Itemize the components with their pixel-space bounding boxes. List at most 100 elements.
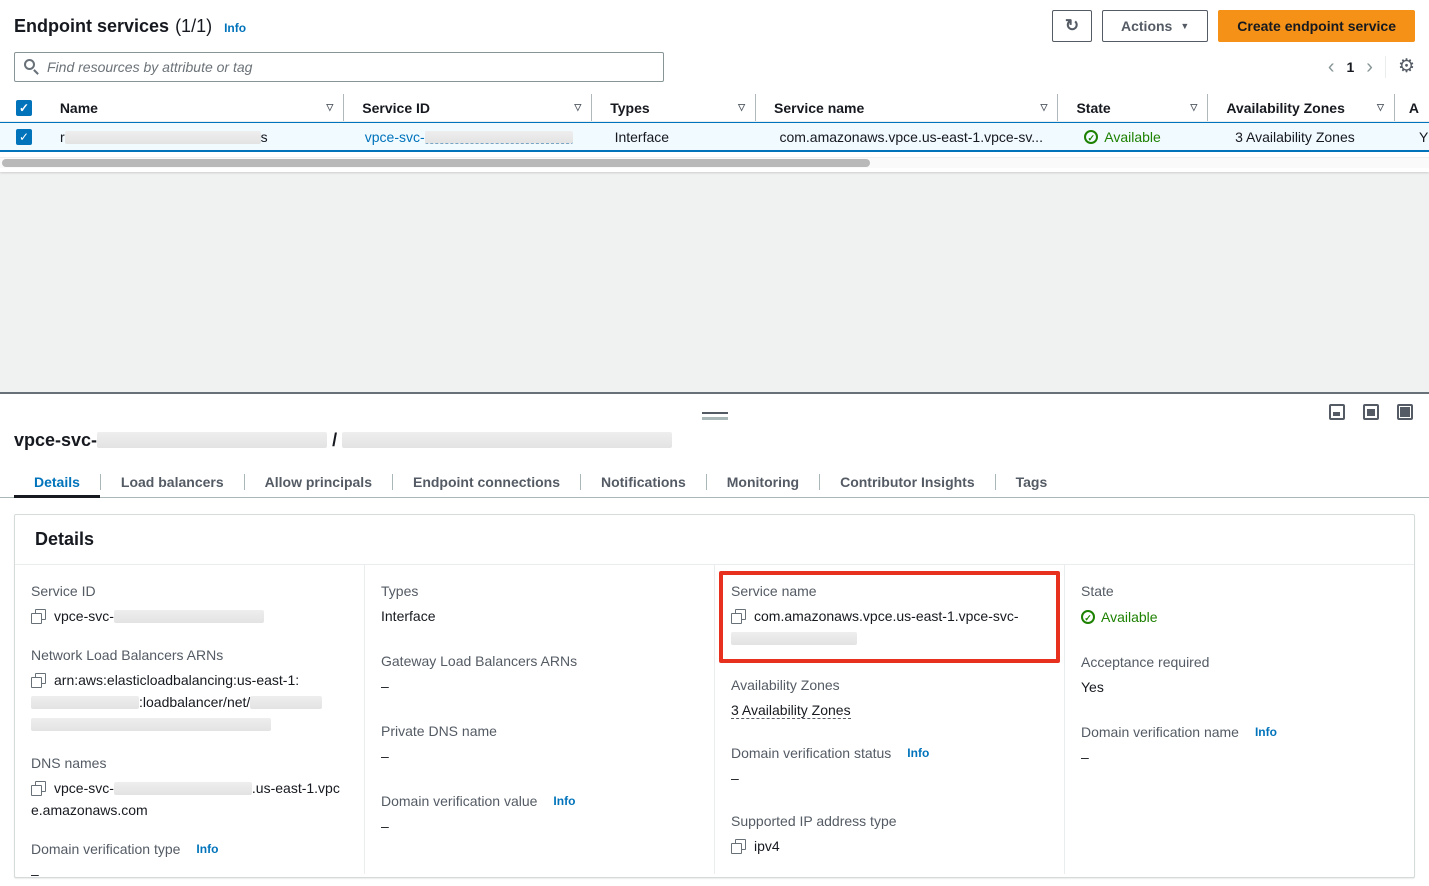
field-supported-ip: Supported IP address type ipv4 bbox=[731, 813, 1048, 857]
horizontal-scrollbar[interactable] bbox=[0, 157, 1429, 168]
availability-zones-popover-link[interactable]: 3 Availability Zones bbox=[731, 702, 851, 719]
divider bbox=[1385, 56, 1386, 78]
copy-icon[interactable] bbox=[31, 673, 46, 688]
gear-icon[interactable]: ⚙ bbox=[1398, 57, 1415, 77]
info-link[interactable]: Info bbox=[196, 842, 218, 856]
redacted-text bbox=[114, 782, 252, 795]
search-box bbox=[14, 52, 664, 82]
filter-icon[interactable]: ▽ bbox=[1190, 102, 1197, 113]
actions-label: Actions bbox=[1121, 18, 1172, 34]
status-badge: ✓ Available bbox=[1081, 606, 1158, 628]
chevron-left-icon[interactable]: ‹ bbox=[1328, 57, 1335, 77]
panel-title: vpce-svc- / bbox=[14, 430, 672, 451]
table-row[interactable]: ✓ rs vpce-svc- Interface com.amazonaws.v… bbox=[0, 122, 1429, 152]
panel-size-large-button[interactable] bbox=[1397, 404, 1413, 420]
scrollbar-thumb[interactable] bbox=[2, 159, 870, 167]
panel-size-small-button[interactable] bbox=[1329, 404, 1345, 420]
column-header-acceptance[interactable]: A bbox=[1395, 94, 1429, 121]
tab-details[interactable]: Details bbox=[14, 466, 100, 497]
redacted-text bbox=[31, 696, 139, 709]
pagination-page-number[interactable]: 1 bbox=[1346, 59, 1354, 75]
header-actions: ↻ Actions ▼ Create endpoint service bbox=[1052, 10, 1415, 42]
details-column-1: Service ID vpce-svc- Network Load Balanc… bbox=[15, 565, 364, 874]
field-dns-names: DNS names vpce-svc-.us-east-1.vpce.amazo… bbox=[31, 755, 348, 821]
column-header-name[interactable]: Name ▽ bbox=[46, 94, 344, 121]
field-domain-verification-value: Domain verification valueInfo – bbox=[381, 793, 698, 837]
info-link[interactable]: Info bbox=[907, 746, 929, 760]
field-service-id: Service ID vpce-svc- bbox=[31, 583, 348, 627]
filter-icon[interactable]: ▽ bbox=[574, 102, 581, 113]
field-state: State ✓ Available bbox=[1081, 583, 1398, 628]
redacted-text bbox=[31, 718, 271, 731]
row-acceptance-cell: Y bbox=[1405, 129, 1429, 145]
filter-icon[interactable]: ▽ bbox=[1041, 102, 1048, 113]
status-badge: ✓ Available bbox=[1084, 129, 1161, 145]
field-acceptance-required: Acceptance required Yes bbox=[1081, 654, 1398, 698]
copy-icon[interactable] bbox=[731, 839, 746, 854]
row-checkbox[interactable]: ✓ bbox=[16, 129, 32, 145]
availability-zones-popover-link[interactable]: 3 Availability Zones bbox=[1235, 129, 1355, 145]
row-types-cell: Interface bbox=[597, 129, 762, 145]
chevron-down-icon: ▼ bbox=[1180, 21, 1189, 31]
panel-size-controls bbox=[1329, 404, 1413, 420]
field-nlb-arns: Network Load Balancers ARNs arn:aws:elas… bbox=[31, 647, 348, 735]
column-header-availability-zones[interactable]: Availability Zones ▽ bbox=[1208, 94, 1395, 121]
tab-tags[interactable]: Tags bbox=[996, 466, 1068, 497]
row-availability-zones-cell: 3 Availability Zones bbox=[1217, 129, 1405, 145]
tab-notifications[interactable]: Notifications bbox=[581, 466, 706, 497]
row-checkbox-cell: ✓ bbox=[0, 129, 46, 145]
info-link[interactable]: Info bbox=[224, 21, 246, 35]
refresh-icon: ↻ bbox=[1065, 16, 1079, 36]
row-name-cell: rs bbox=[46, 129, 347, 145]
field-domain-verification-status: Domain verification statusInfo – bbox=[731, 745, 1048, 789]
tab-contributor-insights[interactable]: Contributor Insights bbox=[820, 466, 995, 497]
tab-load-balancers[interactable]: Load balancers bbox=[101, 466, 244, 497]
page-title: Endpoint services bbox=[14, 16, 169, 37]
redacted-text bbox=[114, 610, 264, 623]
check-circle-icon: ✓ bbox=[1084, 130, 1098, 144]
panel-drag-handle[interactable] bbox=[698, 408, 732, 424]
details-heading: Details bbox=[15, 515, 1414, 565]
tab-monitoring[interactable]: Monitoring bbox=[707, 466, 819, 497]
details-column-3: Service name com.amazonaws.vpce.us-east-… bbox=[714, 565, 1064, 874]
column-header-service-id[interactable]: Service ID ▽ bbox=[344, 94, 592, 121]
details-card: Details Service ID vpce-svc- Network Loa… bbox=[14, 514, 1415, 878]
filter-icon[interactable]: ▽ bbox=[326, 102, 333, 113]
chevron-right-icon[interactable]: › bbox=[1366, 57, 1373, 77]
info-link[interactable]: Info bbox=[553, 794, 575, 808]
copy-icon[interactable] bbox=[731, 609, 746, 624]
copy-icon[interactable] bbox=[31, 609, 46, 624]
pagination: ‹ 1 › ⚙ bbox=[1328, 56, 1415, 78]
tab-allow-principals[interactable]: Allow principals bbox=[245, 466, 392, 497]
field-service-name: Service name com.amazonaws.vpce.us-east-… bbox=[731, 583, 1048, 649]
select-all-checkbox[interactable]: ✓ bbox=[16, 100, 32, 116]
panel-size-medium-button[interactable] bbox=[1363, 404, 1379, 420]
filter-icon[interactable]: ▽ bbox=[738, 102, 745, 113]
endpoint-services-table: ✓ Name ▽ Service ID ▽ Types ▽ Service na… bbox=[0, 94, 1429, 168]
column-header-state[interactable]: State ▽ bbox=[1058, 94, 1208, 121]
tab-endpoint-connections[interactable]: Endpoint connections bbox=[393, 466, 580, 497]
actions-button[interactable]: Actions ▼ bbox=[1102, 10, 1208, 42]
redacted-text bbox=[97, 432, 327, 448]
column-header-service-name[interactable]: Service name ▽ bbox=[756, 94, 1058, 121]
row-state-cell: ✓ Available bbox=[1066, 128, 1217, 145]
table-header-row: ✓ Name ▽ Service ID ▽ Types ▽ Service na… bbox=[0, 94, 1429, 122]
search-icon bbox=[24, 59, 35, 70]
title-group: Endpoint services (1/1) Info bbox=[14, 16, 246, 37]
column-header-types[interactable]: Types ▽ bbox=[592, 94, 756, 121]
filter-icon[interactable]: ▽ bbox=[1377, 102, 1384, 113]
field-domain-verification-type: Domain verification typeInfo – bbox=[31, 841, 348, 885]
create-endpoint-service-button[interactable]: Create endpoint service bbox=[1218, 10, 1415, 42]
redacted-text bbox=[425, 131, 573, 144]
row-service-id-cell: vpce-svc- bbox=[347, 129, 597, 145]
field-private-dns-name: Private DNS name – bbox=[381, 723, 698, 767]
info-link[interactable]: Info bbox=[1255, 725, 1277, 739]
refresh-button[interactable]: ↻ bbox=[1052, 10, 1092, 42]
row-service-name-cell: com.amazonaws.vpce.us-east-1.vpce-sv... bbox=[761, 129, 1066, 145]
search-input[interactable] bbox=[14, 52, 664, 82]
toolbar-row: ‹ 1 › ⚙ bbox=[0, 52, 1429, 82]
copy-icon[interactable] bbox=[31, 781, 46, 796]
check-circle-icon: ✓ bbox=[1081, 610, 1095, 624]
highlight-box: Service name com.amazonaws.vpce.us-east-… bbox=[719, 571, 1060, 663]
service-id-link[interactable]: vpce-svc- bbox=[365, 129, 573, 145]
